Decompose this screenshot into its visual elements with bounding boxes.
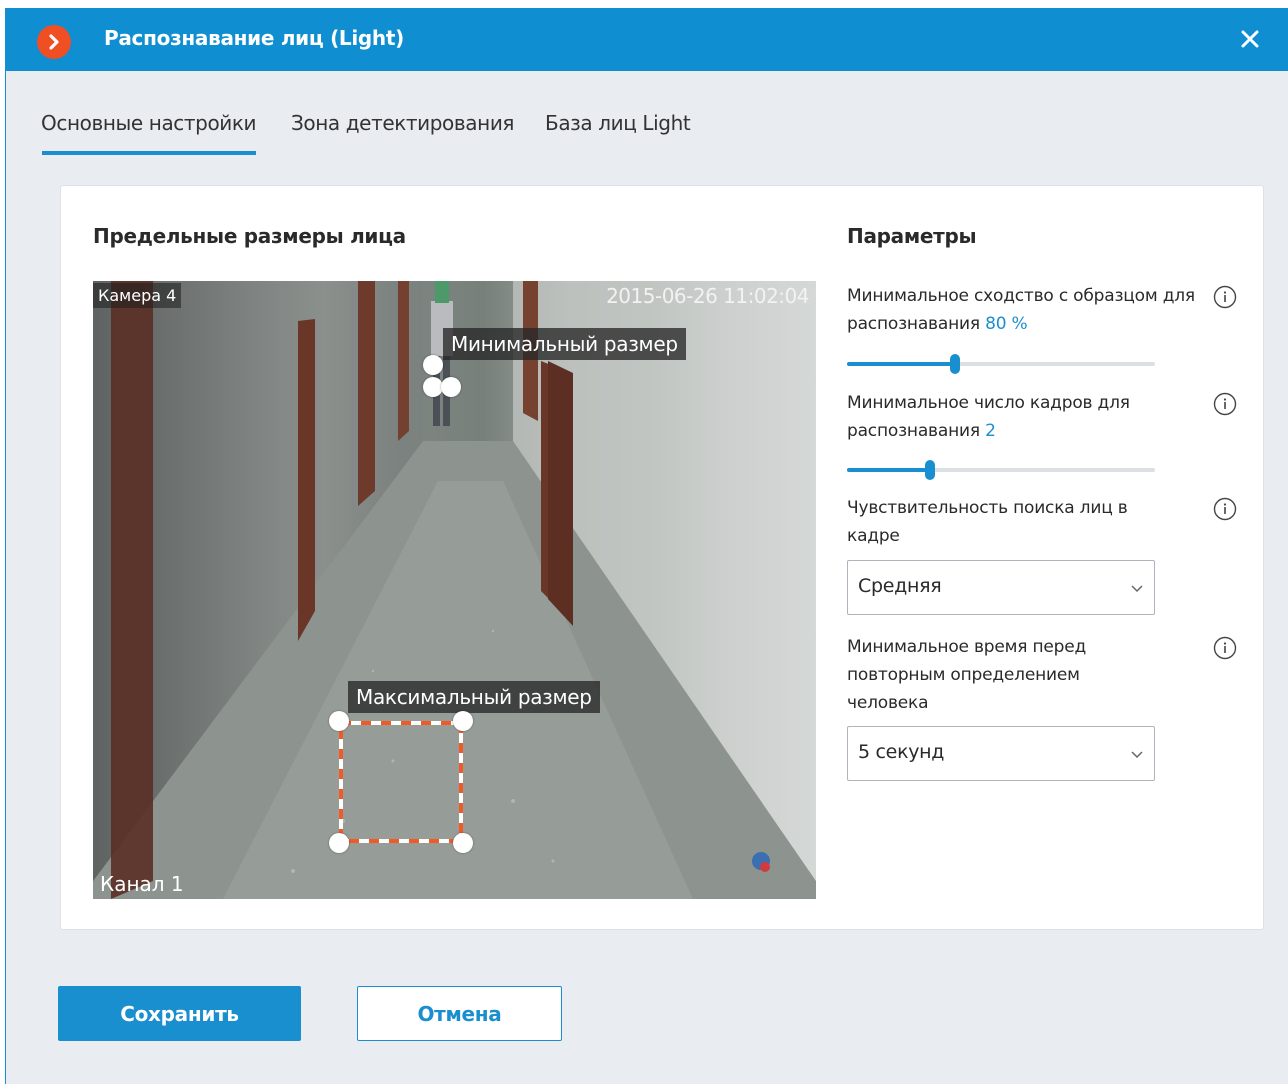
similarity-label: Минимальное сходство с образцом для расп… (847, 286, 1195, 334)
sensitivity-label: Чувствительность поиска лиц в кадре (847, 498, 1128, 546)
min-size-handle-bl[interactable] (423, 377, 443, 397)
sensitivity-select[interactable]: Средняя (847, 560, 1155, 615)
camera-preview: Камера 4 2015-06-26 11:02:04 Канал 1 Мин… (93, 281, 816, 899)
chevron-down-icon (1131, 751, 1143, 759)
max-size-label: Максимальный размер (348, 681, 600, 713)
frames-slider-thumb[interactable] (925, 460, 935, 480)
tab-main-settings[interactable]: Основные настройки (41, 111, 257, 155)
similarity-slider[interactable] (847, 354, 1155, 374)
repeat-time-label: Минимальное время перед повторным опреде… (847, 637, 1087, 713)
frames-value: 2 (985, 421, 996, 441)
similarity-value: 80 (985, 314, 1007, 334)
face-recognition-dialog: Распознавание лиц (Light) Основные настр… (5, 8, 1288, 1084)
similarity-info-icon[interactable] (1213, 285, 1237, 309)
app-logo-chevron-icon (37, 25, 71, 59)
min-size-label: Минимальный размер (443, 328, 686, 360)
chevron-down-icon (1131, 585, 1143, 593)
cancel-button[interactable]: Отмена (357, 986, 562, 1041)
min-size-handle-br[interactable] (441, 377, 461, 397)
face-size-limits-title: Предельные размеры лица (93, 224, 406, 248)
similarity-unit: % (1011, 314, 1028, 334)
frames-slider[interactable] (847, 460, 1155, 480)
frames-info-icon[interactable] (1213, 392, 1237, 416)
settings-panel: Предельные размеры лица Камера 4 2015-06… (60, 185, 1264, 930)
tab-face-database[interactable]: База лиц Light (545, 111, 691, 135)
sensitivity-selected-value: Средняя (858, 575, 942, 597)
max-size-box[interactable] (329, 711, 473, 853)
camera-timestamp: 2015-06-26 11:02:04 (606, 284, 809, 308)
title-bar: Распознавание лиц (Light) (6, 8, 1288, 71)
close-icon[interactable] (1238, 27, 1262, 51)
repeat-time-selected-value: 5 секунд (858, 741, 945, 763)
save-button[interactable]: Сохранить (58, 986, 301, 1041)
max-size-handle-bl[interactable] (329, 833, 349, 853)
min-size-box[interactable] (423, 355, 461, 397)
repeat-time-info-icon[interactable] (1213, 636, 1237, 660)
max-size-handle-br[interactable] (453, 833, 473, 853)
min-size-handle-tl[interactable] (423, 355, 443, 375)
frames-label: Минимальное число кадров для распознаван… (847, 393, 1130, 441)
tab-detection-zone[interactable]: Зона детектирования (291, 111, 514, 135)
max-size-handle-tr[interactable] (453, 711, 473, 731)
max-size-handle-tl[interactable] (329, 711, 349, 731)
parameters-title: Параметры (847, 224, 977, 248)
repeat-time-select[interactable]: 5 секунд (847, 726, 1155, 781)
similarity-slider-thumb[interactable] (950, 354, 960, 374)
camera-name: Камера 4 (93, 283, 182, 308)
window-title: Распознавание лиц (Light) (104, 26, 404, 50)
camera-channel: Канал 1 (100, 872, 184, 896)
sensitivity-info-icon[interactable] (1213, 497, 1237, 521)
